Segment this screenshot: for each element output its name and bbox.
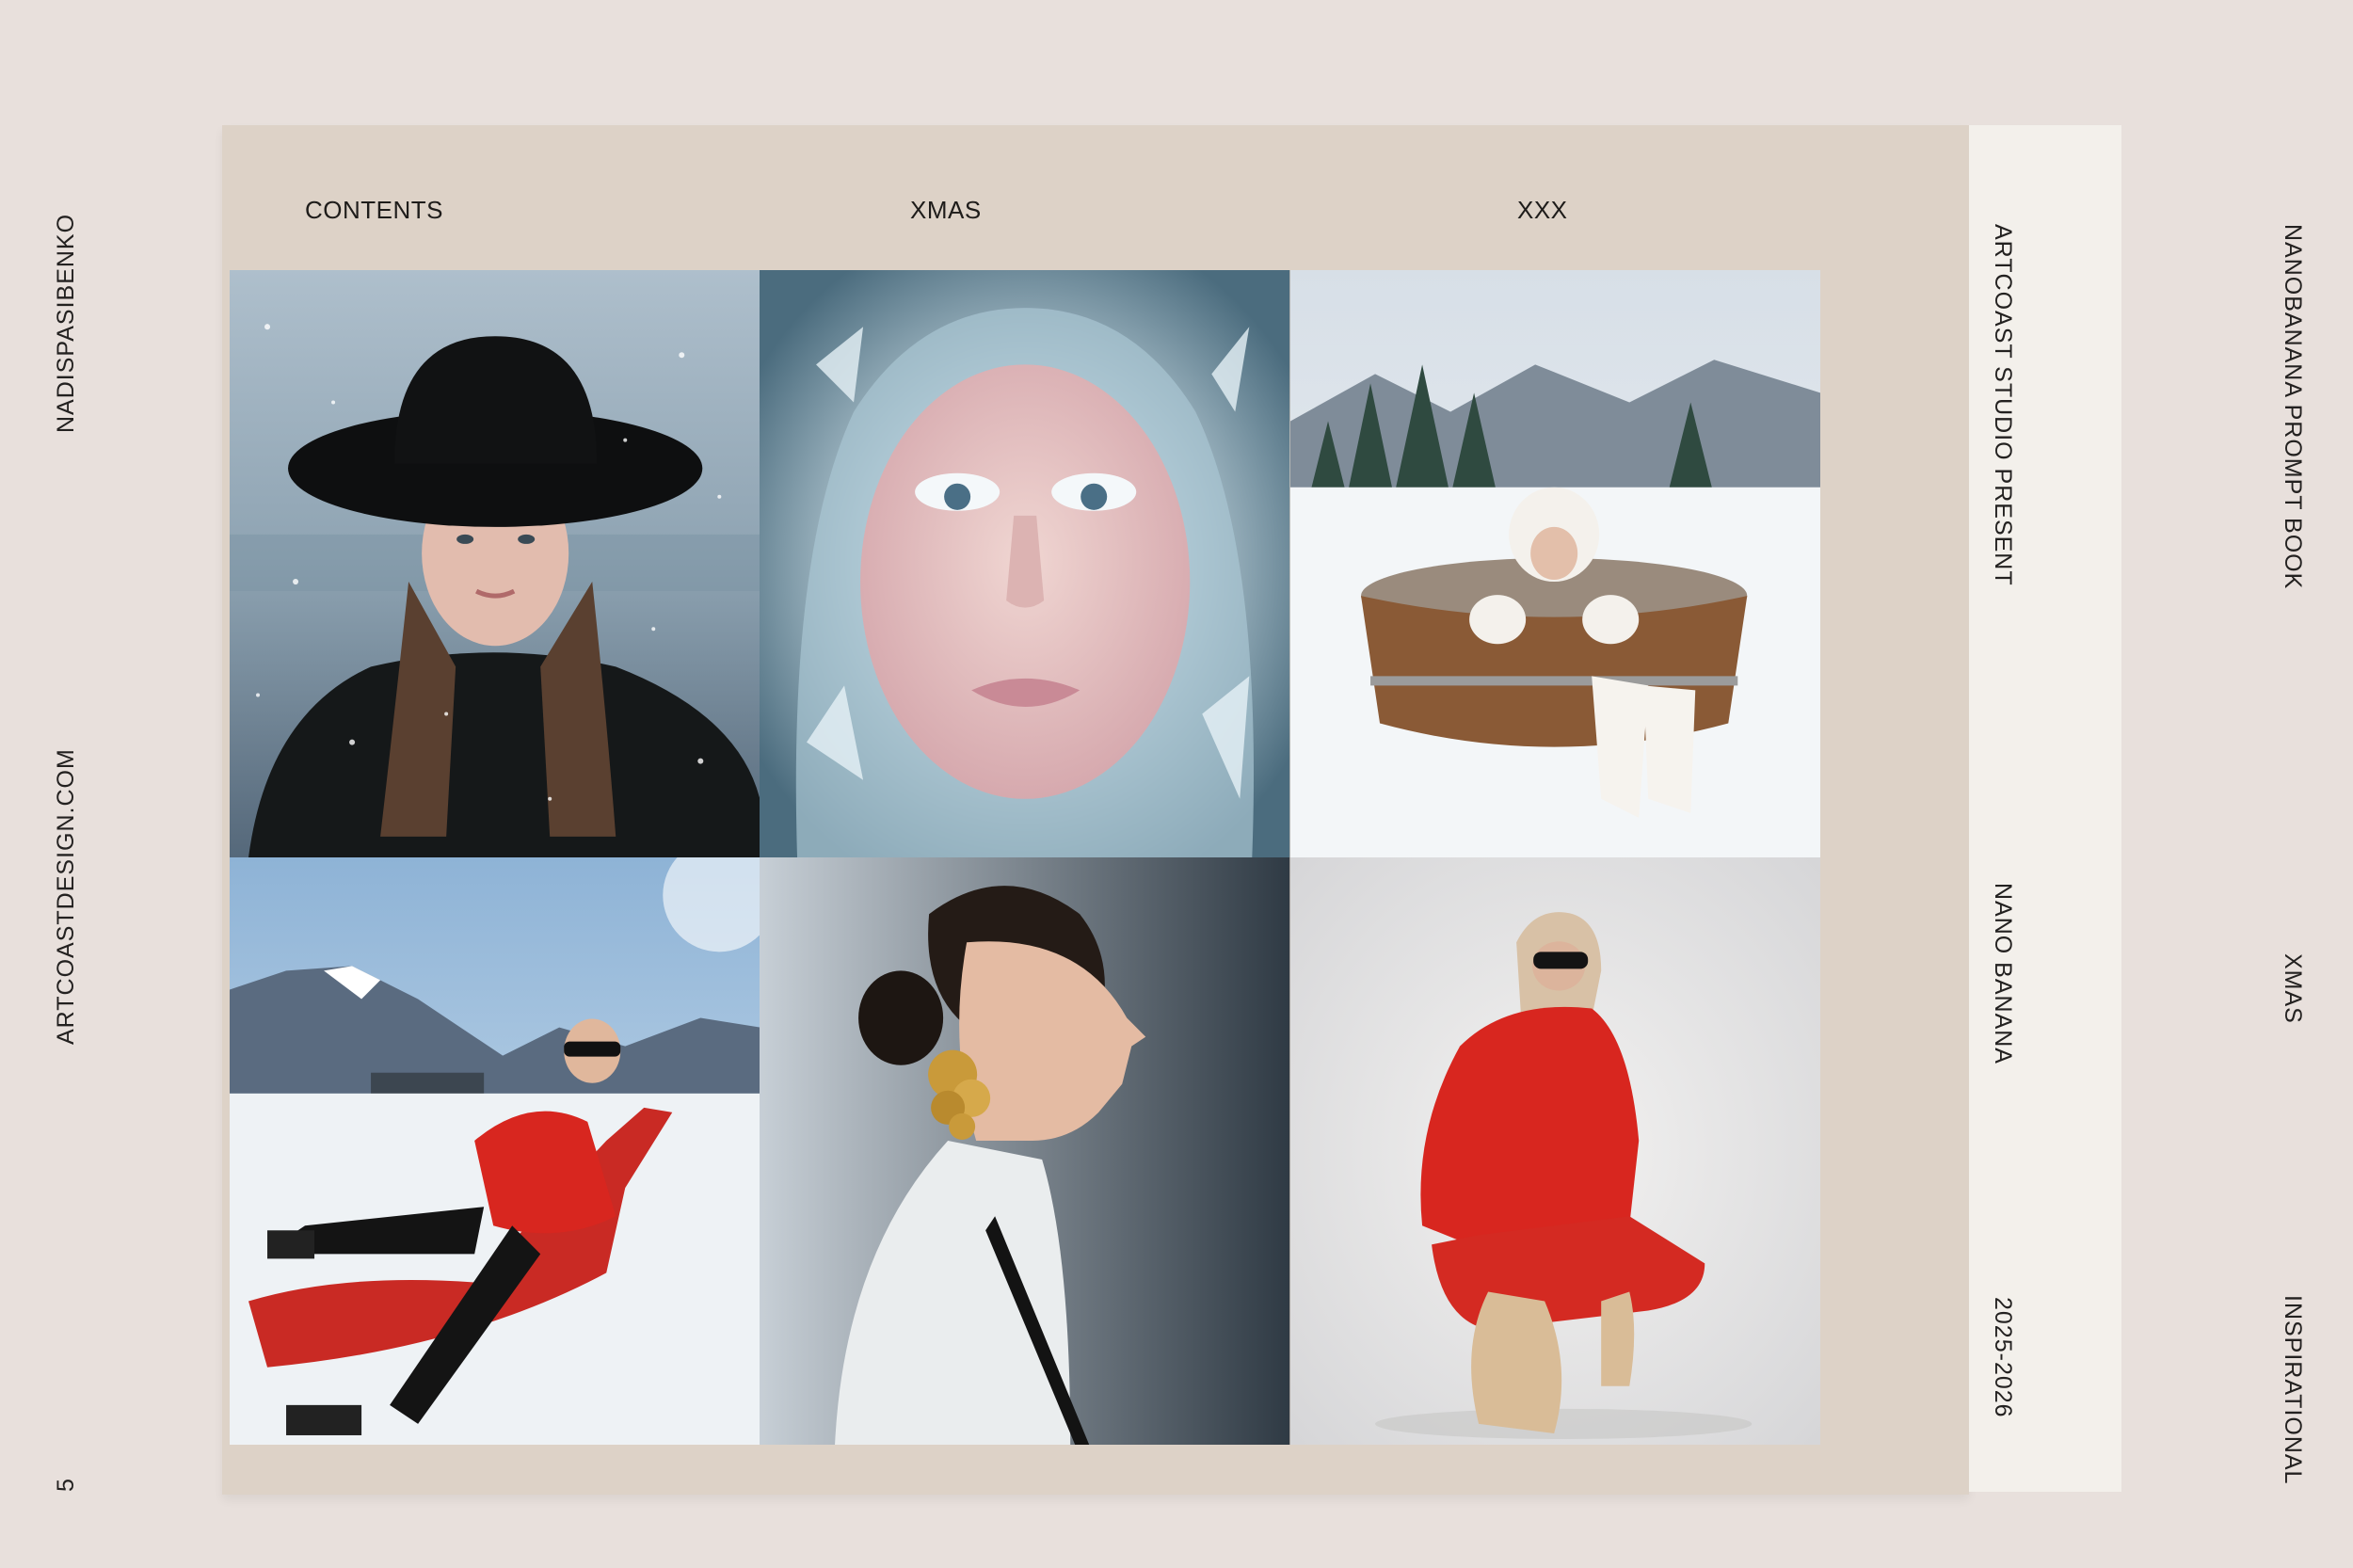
photo-hot-tub-art bbox=[1289, 270, 1820, 857]
header-xxx[interactable]: XXX bbox=[1517, 196, 1568, 225]
photo-red-puffer-art bbox=[1289, 857, 1820, 1445]
photo-gold-earring[interactable] bbox=[760, 857, 1290, 1445]
website-url[interactable]: ARTCOASTDESIGN.COM bbox=[53, 748, 80, 1045]
header-contents[interactable]: CONTENTS bbox=[305, 196, 443, 225]
page-panel: CONTENTS XMAS XXX bbox=[222, 125, 1969, 1495]
right-theme: XMAS bbox=[2280, 953, 2306, 1024]
book-title: NANOBANANA PROMPT BOOK bbox=[2280, 224, 2306, 590]
spine-product: NANO BANANA bbox=[1990, 883, 2016, 1064]
page-number: 5 bbox=[53, 1478, 79, 1492]
spine-years: 2025-2026 bbox=[1990, 1297, 2016, 1418]
right-tag: INSPIRATIONAL bbox=[2280, 1295, 2306, 1485]
photo-gold-earring-art bbox=[760, 857, 1290, 1445]
photo-red-lounger[interactable] bbox=[230, 857, 760, 1445]
author-name: NADISPASIBENKO bbox=[53, 213, 79, 433]
photo-ice-face-art bbox=[760, 270, 1290, 857]
photo-ice-face[interactable] bbox=[760, 270, 1290, 857]
photo-hot-tub[interactable] bbox=[1289, 270, 1820, 857]
photo-hat-woman[interactable] bbox=[230, 270, 760, 857]
photo-red-lounger-art bbox=[230, 857, 760, 1445]
header-xmas[interactable]: XMAS bbox=[910, 196, 982, 225]
photo-red-puffer[interactable] bbox=[1289, 857, 1820, 1445]
photo-grid bbox=[230, 270, 1820, 1445]
spine-studio: ARTCOAST STUDIO PRESENT bbox=[1990, 224, 2016, 586]
photo-hat-woman-art bbox=[230, 270, 760, 857]
